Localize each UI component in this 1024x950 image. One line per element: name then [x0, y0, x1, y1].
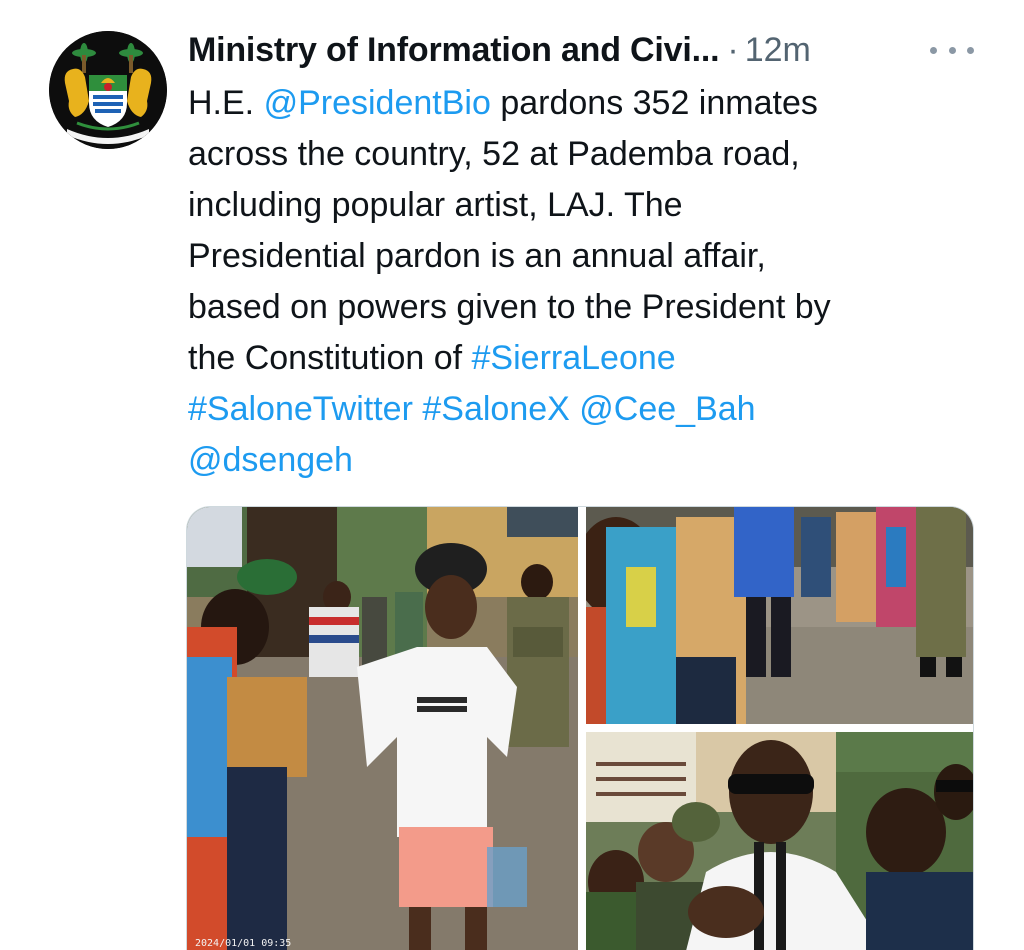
tweet-text-segment: [570, 390, 579, 428]
tweet-text-line: across the country, 52 at Pademba road,: [188, 129, 978, 180]
author-name[interactable]: Ministry of Information and Civi...: [188, 31, 720, 70]
tweet-text-segment: based on powers given to the President b…: [188, 288, 831, 326]
tweet-timestamp[interactable]: 12m: [745, 31, 811, 70]
tweet-text-line: including popular artist, LAJ. The: [188, 180, 978, 231]
tweet-text-line: based on powers given to the President b…: [188, 282, 978, 333]
tweet-text-segment: including popular artist, LAJ. The: [188, 186, 683, 224]
tweet-text: H.E. @PresidentBio pardons 352 inmates ac…: [188, 78, 978, 486]
mention-link[interactable]: @dsengeh: [188, 441, 353, 479]
tweet-text-line: @dsengeh: [188, 435, 978, 486]
media-grid: 2024/01/01 09:35: [186, 506, 974, 950]
photo-image: [586, 732, 973, 950]
photo-released-man-white-shirt[interactable]: 2024/01/01 09:35: [187, 507, 578, 950]
separator-dot: ·: [727, 30, 739, 69]
tweet-header: Ministry of Information and Civi... · 12…: [188, 26, 811, 74]
sierra-leone-coat-of-arms-icon: [49, 31, 167, 149]
photo-image: [187, 507, 578, 950]
tweet[interactable]: Ministry of Information and Civi... · 12…: [0, 0, 1024, 950]
tweet-text-segment: Presidential pardon is an annual affair,: [188, 237, 766, 275]
tweet-text-segment: the Constitution of: [188, 339, 472, 377]
tweet-text-line: #SaloneTwitter #SaloneX @Cee_Bah: [188, 384, 978, 435]
photo-artist-sunglasses-speaking[interactable]: [586, 732, 973, 950]
tweet-text-line: H.E. @PresidentBio pardons 352 inmates: [188, 78, 978, 129]
hashtag-link[interactable]: #SierraLeone: [472, 339, 676, 377]
author-avatar[interactable]: [49, 31, 167, 149]
tweet-text-line: the Constitution of #SierraLeone: [188, 333, 978, 384]
hashtag-link[interactable]: #SaloneX: [422, 390, 569, 428]
tweet-text-segment: across the country, 52 at Pademba road,: [188, 135, 800, 173]
photo-crowd-courtyard[interactable]: [586, 507, 973, 724]
hashtag-link[interactable]: #SaloneTwitter: [188, 390, 413, 428]
more-horizontal-icon[interactable]: [930, 38, 974, 62]
mention-link[interactable]: @Cee_Bah: [579, 390, 755, 428]
mention-link[interactable]: @PresidentBio: [264, 84, 491, 122]
tweet-text-segment: H.E.: [188, 84, 264, 122]
tweet-text-line: Presidential pardon is an annual affair,: [188, 231, 978, 282]
tweet-text-segment: pardons 352 inmates: [490, 84, 818, 122]
photo-timestamp: 2024/01/01 09:35: [195, 938, 292, 949]
photo-image: [586, 507, 973, 724]
tweet-text-segment: [413, 390, 422, 428]
